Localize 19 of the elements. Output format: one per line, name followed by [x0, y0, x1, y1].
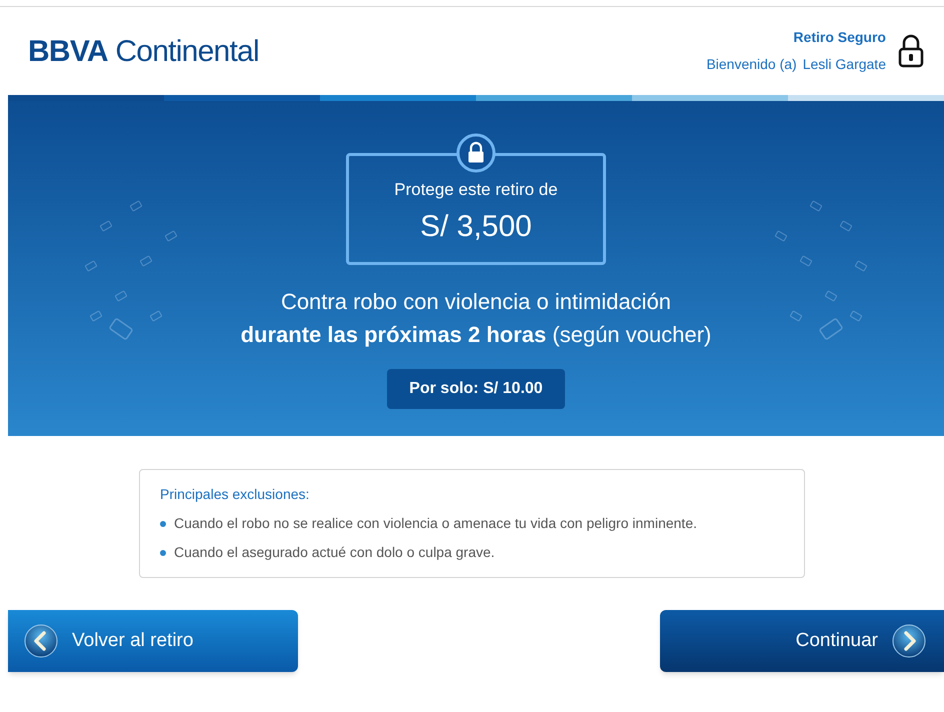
bank-logo: BBVA Continental — [28, 34, 259, 70]
user-name: Lesli Gargate — [802, 55, 886, 74]
price-badge: Por solo: S/ 10.00 — [387, 369, 565, 409]
lock-icon — [898, 34, 924, 68]
coverage-line: Contra robo con violencia o intimidación — [280, 288, 672, 316]
bullet-icon — [160, 520, 166, 526]
continue-button[interactable]: Continuar — [660, 610, 944, 672]
exclusions-title: Principales exclusiones: — [160, 485, 310, 504]
welcome-label: Bienvenido (a) — [706, 55, 797, 74]
protect-label: Protege este retiro de — [394, 178, 558, 201]
chevron-right-icon — [892, 624, 926, 658]
coverage-duration: durante las próximas 2 horas (según voucher) — [240, 321, 712, 349]
page-title: Retiro Seguro — [793, 28, 886, 47]
back-button[interactable]: Volver al retiro — [8, 610, 298, 672]
exclusion-item: Cuando el asegurado actué con dolo o culpa grave. — [174, 543, 495, 562]
amount-value: S/ 3,500 — [420, 209, 532, 246]
chevron-left-icon — [24, 624, 58, 658]
exclusion-item: Cuando el robo no se realice con violencia o amenace tu vida con peligro inminente. — [174, 514, 697, 533]
bullet-icon — [160, 550, 166, 556]
